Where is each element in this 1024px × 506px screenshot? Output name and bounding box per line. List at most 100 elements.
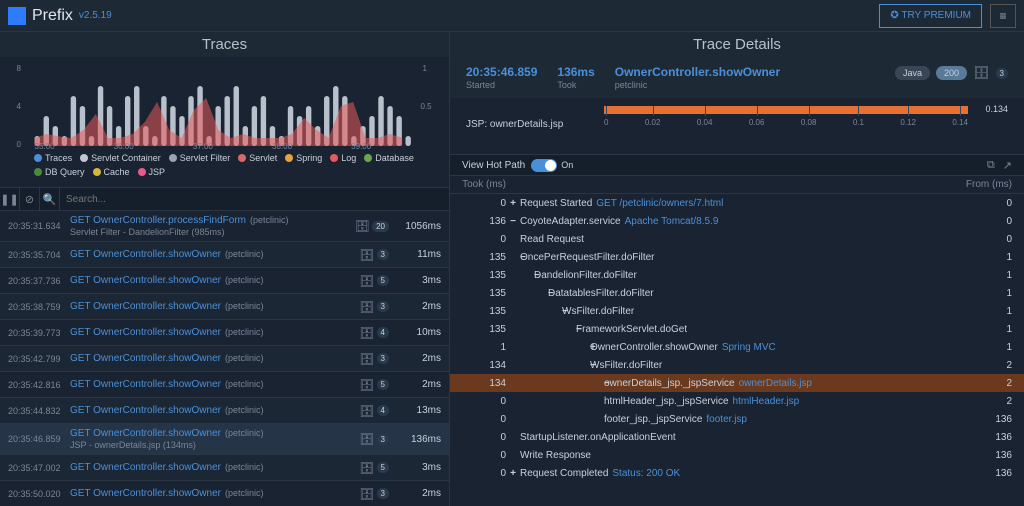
trace-row[interactable]: 20:35:50.020 GET OwnerController.showOwn… [0,481,449,506]
trace-timestamp: 20:35:50.020 [8,489,70,499]
db-icon: 🗄 [359,404,374,418]
db-count: 3 [377,353,389,364]
expand-icon[interactable]: − [506,378,604,389]
copy-icon[interactable]: ⧉ [987,159,995,172]
hot-path-toggle[interactable] [531,159,557,172]
span-took: 0 [462,450,506,461]
span-name: CoyoteAdapter.service [520,216,621,227]
span-row[interactable]: 134 − WsFilter.doFilter 2 [450,356,1024,374]
trace-row[interactable]: 20:35:42.816 GET OwnerController.showOwn… [0,372,449,398]
span-name: DatatablesFilter.doFilter [548,288,654,299]
trace-row[interactable]: 20:35:38.759 GET OwnerController.showOwn… [0,294,449,320]
span-name: footer_jsp._jspService [604,414,702,425]
span-row[interactable]: 135 − FrameworkServlet.doGet 1 [450,320,1024,338]
span-link[interactable]: ownerDetails.jsp [739,378,812,389]
trace-duration: 136ms [395,434,441,445]
span-row[interactable]: 0 StartupListener.onApplicationEvent 136 [450,428,1024,446]
span-row[interactable]: 0 + Request CompletedStatus: 200 OK 136 [450,464,1024,482]
db-icon: 🗄 [359,352,374,366]
legend-item: JSP [138,167,166,177]
db-count: 3 [377,301,389,312]
expand-icon[interactable]: + [506,198,520,209]
span-row[interactable]: 0 + Request StartedGET /petclinic/owners… [450,194,1024,212]
svg-text:39:00: 39:00 [351,142,372,151]
trace-timestamp: 20:35:46.859 [8,434,70,444]
span-link[interactable]: footer.jsp [706,414,747,425]
db-icon: 🗄 [359,326,374,340]
trace-row[interactable]: 20:35:37.736 GET OwnerController.showOwn… [0,268,449,294]
trace-duration: 3ms [395,275,441,286]
trace-row[interactable]: 20:35:46.859 GET OwnerController.showOwn… [0,424,449,455]
span-link[interactable]: Spring MVC [722,342,776,353]
span-row[interactable]: 1 + OwnerController.showOwnerSpring MVC … [450,338,1024,356]
span-row[interactable]: 135 − OncePerRequestFilter.doFilter 1 [450,248,1024,266]
span-from: 2 [982,396,1012,407]
span-link[interactable]: Apache Tomcat/8.5.9 [625,216,719,227]
span-row[interactable]: 134 − ownerDetails_jsp._jspServiceownerD… [450,374,1024,392]
span-row[interactable]: 135 − DandelionFilter.doFilter 1 [450,266,1024,284]
trace-name: GET OwnerController.showOwner [70,488,221,499]
expand-icon[interactable]: − [506,252,520,263]
span-name: WsFilter.doFilter [562,306,634,317]
span-row[interactable]: 0 htmlHeader_jsp._jspServicehtmlHeader.j… [450,392,1024,410]
db-count: 4 [377,327,389,338]
db-icon: 🗄 [359,432,374,446]
trace-timestamp: 20:35:42.816 [8,380,70,390]
expand-icon[interactable]: − [506,360,590,371]
trace-name: GET OwnerController.showOwner [70,249,221,260]
logo-icon [8,7,26,25]
db-count: 3 [996,68,1008,79]
trace-row[interactable]: 20:35:44.832 GET OwnerController.showOwn… [0,398,449,424]
span-from: 136 [982,450,1012,461]
expand-icon[interactable]: + [506,468,520,479]
span-name: Request Completed [520,468,608,479]
span-took: 136 [462,216,506,227]
version-label: v2.5.19 [79,10,112,21]
clear-button[interactable]: ⊘ [20,187,40,211]
expand-icon[interactable]: − [506,216,520,227]
trace-list[interactable]: 20:35:31.634 GET OwnerController.process… [0,211,449,506]
span-name: FrameworkServlet.doGet [576,324,687,335]
trace-row[interactable]: 20:35:35.704 GET OwnerController.showOwn… [0,242,449,268]
span-link[interactable]: Status: 200 OK [612,468,680,479]
trace-timestamp: 20:35:44.832 [8,406,70,416]
span-took: 1 [462,342,506,353]
menu-button[interactable]: ≡ [990,4,1016,28]
search-input[interactable] [60,194,449,205]
trace-row[interactable]: 20:35:31.634 GET OwnerController.process… [0,211,449,242]
span-link[interactable]: GET /petclinic/owners/7.html [596,198,723,209]
expand-icon[interactable]: − [506,288,548,299]
span-row[interactable]: 0 Read Request 0 [450,230,1024,248]
span-row[interactable]: 0 footer_jsp._jspServicefooter.jsp 136 [450,410,1024,428]
span-list[interactable]: 0 + Request Started GET /petclinic/owners… [450,194,1024,506]
popout-icon[interactable]: ↗ [1003,159,1012,172]
expand-icon[interactable]: + [506,342,590,353]
legend-item: DB Query [34,167,85,177]
span-name: WsFilter.doFilter [590,360,662,371]
expand-icon[interactable]: − [506,306,562,317]
span-row[interactable]: 135 − WsFilter.doFilter 1 [450,302,1024,320]
trace-name: GET OwnerController.processFindForm [70,215,246,226]
svg-text:1: 1 [423,64,428,73]
try-premium-button[interactable]: ✪ TRY PREMIUM [879,4,982,28]
span-name: OncePerRequestFilter.doFilter [520,252,655,263]
db-icon: 🗄 [359,461,374,475]
expand-icon[interactable]: − [506,270,534,281]
span-row[interactable]: 136 − CoyoteAdapter.service Apache Tomcat… [450,212,1024,230]
detail-took-label: Took [557,80,594,90]
pause-button[interactable]: ❚❚ [0,187,20,211]
span-row[interactable]: 0 Write Response 136 [450,446,1024,464]
trace-row[interactable]: 20:35:42.799 GET OwnerController.showOwn… [0,346,449,372]
span-row[interactable]: 135 − DatatablesFilter.doFilter 1 [450,284,1024,302]
db-count: 3 [377,434,389,445]
span-took: 135 [462,270,506,281]
expand-icon[interactable]: − [506,324,576,335]
trace-row[interactable]: 20:35:39.773 GET OwnerController.showOwn… [0,320,449,346]
span-name: Read Request [520,234,584,245]
trace-row[interactable]: 20:35:47.002 GET OwnerController.showOwn… [0,455,449,481]
span-link[interactable]: htmlHeader.jsp [733,396,800,407]
legend-item: Cache [93,167,130,177]
span-name: Request Started [520,198,592,209]
brand-name: Prefix [32,7,73,25]
db-icon: 🗄 [973,65,990,81]
